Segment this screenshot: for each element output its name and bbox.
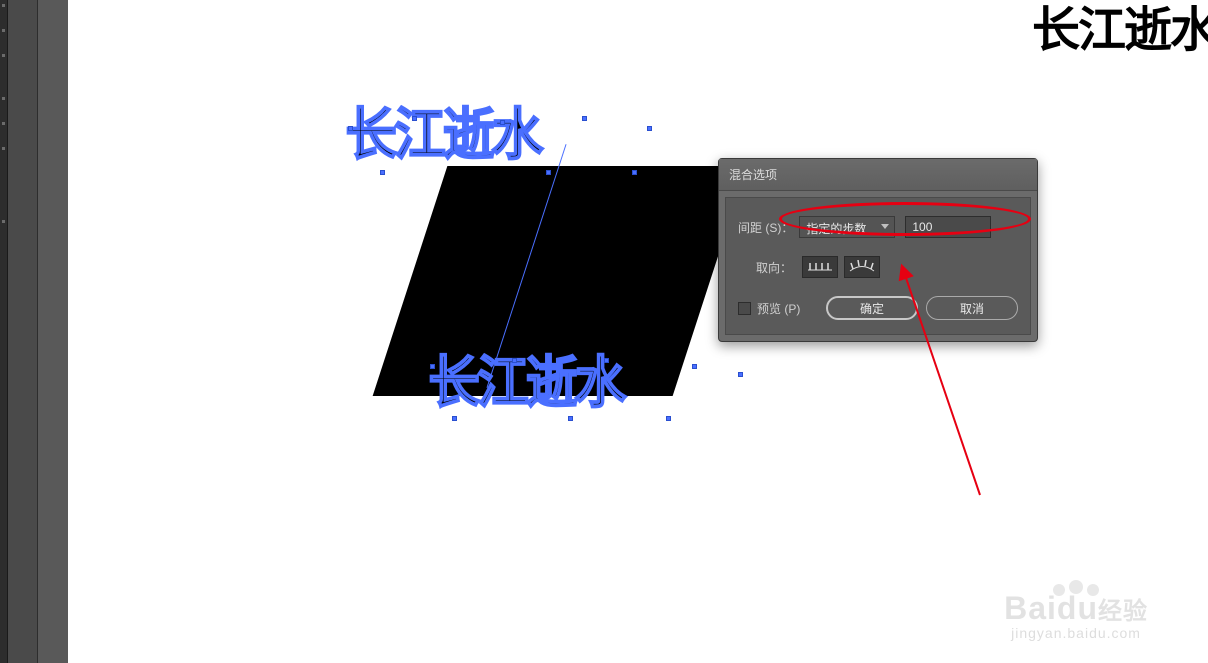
- blend-options-dialog: 混合选项 间距 (S)： 指定的步数 取向：: [718, 158, 1038, 342]
- panel-edge-left: [0, 0, 8, 663]
- artboard-text-corner: 长江逝水: [1032, 0, 1208, 60]
- orientation-align-page-button[interactable]: [802, 256, 838, 278]
- ruler-vertical: [8, 0, 38, 663]
- blend-source-text[interactable]: 长江逝水: [345, 90, 540, 171]
- watermark: Baidu经验 jingyan.baidu.com: [1004, 584, 1148, 641]
- spacing-mode-dropdown[interactable]: 指定的步数: [799, 216, 895, 238]
- orientation-label: 取向：: [756, 259, 792, 276]
- preview-label: 预览 (P): [757, 300, 800, 317]
- watermark-url: jingyan.baidu.com: [1004, 625, 1148, 641]
- align-page-icon: [806, 260, 834, 274]
- blend-object[interactable]: 长江逝水 长江逝水: [342, 108, 752, 430]
- ok-button[interactable]: 确定: [826, 296, 918, 320]
- watermark-suffix: 经验: [1098, 598, 1148, 625]
- chevron-down-icon: [881, 224, 889, 229]
- spacing-label: 间距 (S)：: [738, 219, 793, 236]
- preview-checkbox[interactable]: [738, 302, 751, 315]
- watermark-brand: Baidu: [1004, 590, 1098, 626]
- spacing-mode-value: 指定的步数: [806, 222, 866, 236]
- cancel-button[interactable]: 取消: [926, 296, 1018, 320]
- blend-target-text[interactable]: 长江逝水: [428, 338, 623, 419]
- spacing-steps-input[interactable]: [905, 216, 991, 238]
- align-path-icon: [848, 260, 876, 274]
- dialog-title: 混合选项: [719, 159, 1037, 191]
- orientation-align-path-button[interactable]: [844, 256, 880, 278]
